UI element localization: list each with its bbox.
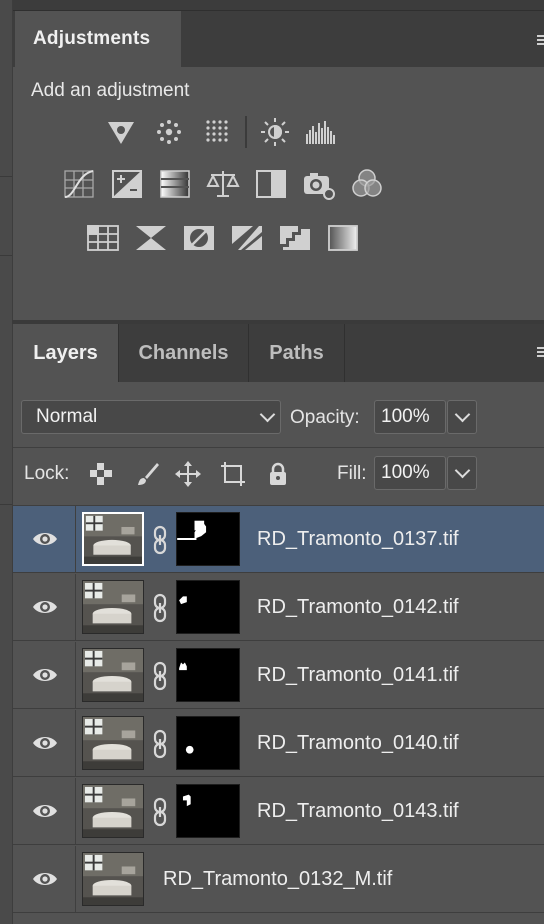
layer-row[interactable]: RD_Tramonto_0132_M.tif [13,846,544,913]
blend-mode-select[interactable]: Normal [21,400,281,434]
layer-name[interactable]: RD_Tramonto_0132_M.tif [163,846,392,912]
opacity-input[interactable]: 100% [374,400,446,434]
layers-tab-bar: Layers Channels Paths [13,324,544,382]
fill-label: Fill: [337,463,367,484]
column-divider [75,710,76,776]
tab-paths[interactable]: Paths [249,324,345,382]
fill-input[interactable]: 100% [374,456,446,490]
lock-position-icon[interactable] [174,460,202,488]
layer-row[interactable]: RD_Tramonto_0140.tif [13,710,544,777]
column-divider [75,846,76,912]
levels-dots-icon[interactable] [151,114,187,150]
lock-image-pixels-icon[interactable] [133,460,161,488]
chevron-down-icon [454,462,471,479]
panel-menu-icon[interactable] [533,345,544,361]
layer-row[interactable]: RD_Tramonto_0141.tif [13,642,544,709]
tab-layers[interactable]: Layers [13,324,119,382]
histogram-icon[interactable] [303,114,339,150]
curves-icon[interactable] [61,166,97,202]
link-chain-icon[interactable] [152,797,168,827]
layer-thumbnail[interactable] [82,716,144,770]
tab-adjustments[interactable]: Adjustments [15,11,181,67]
layer-thumbnail[interactable] [82,648,144,702]
gradient-map-icon[interactable] [325,220,361,256]
add-adjustment-label: Add an adjustment [31,80,190,101]
chevron-down-icon [259,406,276,423]
gradient-bars-icon[interactable] [157,166,193,202]
panel-top-border [13,0,544,11]
lock-artboard-icon[interactable] [219,460,247,488]
layer-mask-thumbnail[interactable] [176,716,240,770]
chevron-down-icon [454,406,471,423]
divider [13,447,544,448]
threshold-icon[interactable] [229,220,265,256]
adjustments-tab-bar: Adjustments [13,11,544,67]
fill-dropdown-button[interactable] [447,456,477,490]
edge-divider [0,176,12,177]
link-chain-icon[interactable] [152,525,168,555]
exposure-dots-icon[interactable] [199,114,235,150]
eye-icon[interactable] [31,800,59,822]
layer-mask-thumbnail[interactable] [176,512,240,566]
layer-thumbnail[interactable] [82,852,144,906]
column-divider [75,642,76,708]
link-chain-icon[interactable] [152,729,168,759]
invert-icon[interactable] [133,220,169,256]
opacity-dropdown-button[interactable] [447,400,477,434]
layers-panel: Layers Channels Paths Normal Opacity: 10… [12,324,544,924]
panel-menu-icon[interactable] [533,33,544,49]
link-chain-icon[interactable] [152,593,168,623]
posterize-icon[interactable] [181,220,217,256]
lock-transparent-pixels-icon[interactable] [87,460,115,488]
vibrance-icon[interactable] [257,114,293,150]
layer-row[interactable]: RD_Tramonto_0143.tif [13,778,544,845]
column-divider [75,574,76,640]
icon-group-divider [245,116,247,148]
eye-icon[interactable] [31,732,59,754]
eye-icon[interactable] [31,596,59,618]
eye-icon[interactable] [31,868,59,890]
layer-mask-thumbnail[interactable] [176,580,240,634]
photo-filter-icon[interactable] [301,166,337,202]
layer-name[interactable]: RD_Tramonto_0141.tif [257,642,459,708]
column-divider [75,778,76,844]
blend-mode-value: Normal [36,406,98,427]
channel-mixer-icon[interactable] [349,166,385,202]
color-lookup-icon[interactable] [85,220,121,256]
layer-thumbnail[interactable] [82,512,144,566]
layer-name[interactable]: RD_Tramonto_0140.tif [257,710,459,776]
column-divider [75,506,76,572]
edge-divider [0,504,12,505]
adjustments-panel: Adjustments Add an adjustment [12,0,544,322]
layer-thumbnail[interactable] [82,580,144,634]
layer-name[interactable]: RD_Tramonto_0137.tif [257,506,459,572]
selective-color-icon[interactable] [277,220,313,256]
color-balance-icon[interactable] [205,166,241,202]
layer-row[interactable]: RD_Tramonto_0137.tif [13,506,544,573]
eye-icon[interactable] [31,664,59,686]
brightness-contrast-icon[interactable] [103,114,139,150]
black-white-icon[interactable] [253,166,289,202]
lock-label: Lock: [24,463,70,484]
layer-thumbnail[interactable] [82,784,144,838]
tab-channels[interactable]: Channels [119,324,249,382]
exposure-icon[interactable] [109,166,145,202]
lock-all-icon[interactable] [264,460,292,488]
edge-divider [0,255,12,256]
link-chain-icon[interactable] [152,661,168,691]
layer-mask-thumbnail[interactable] [176,648,240,702]
layer-mask-thumbnail[interactable] [176,784,240,838]
opacity-label: Opacity: [290,407,360,428]
layer-name[interactable]: RD_Tramonto_0142.tif [257,574,459,640]
eye-icon[interactable] [31,528,59,550]
layer-name[interactable]: RD_Tramonto_0143.tif [257,778,459,844]
layer-row[interactable]: RD_Tramonto_0142.tif [13,574,544,641]
